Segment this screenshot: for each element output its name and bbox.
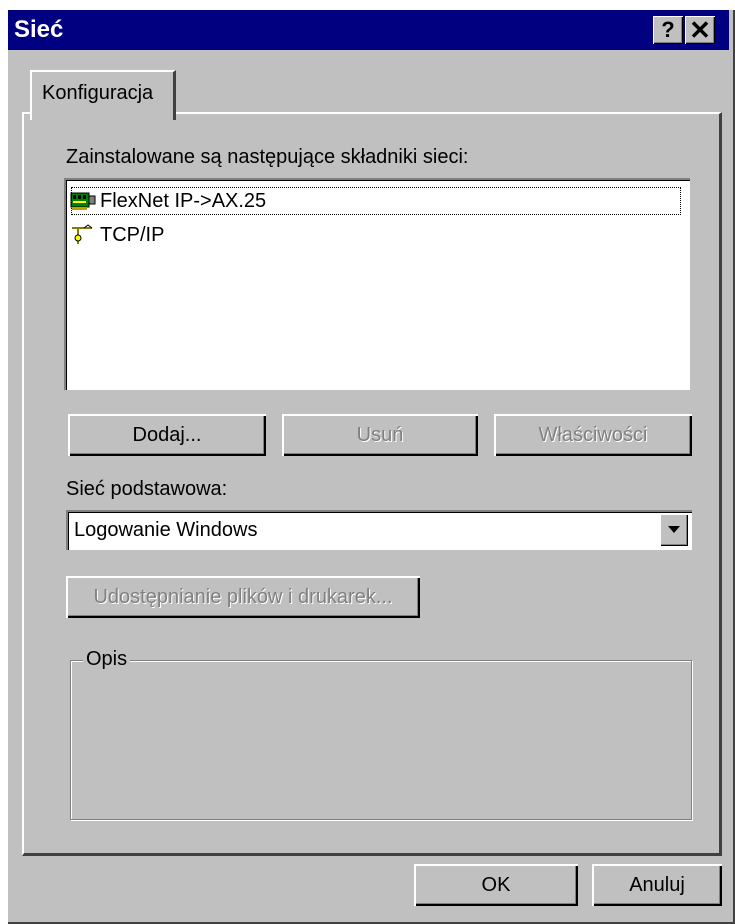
list-item-flexnet[interactable]: FlexNet IP->AX.25 [70,186,682,216]
close-button[interactable]: ✕ [685,16,715,44]
components-label: Zainstalowane są następujące składniki s… [66,146,469,168]
help-icon: ? [661,17,675,42]
window-title: Sieć [14,16,64,43]
list-item-tcpip[interactable]: TCP/IP [70,220,682,250]
tab-label: Konfiguracja [42,82,154,104]
title-bar[interactable]: Sieć ? ✕ [8,10,729,50]
help-button[interactable]: ? [653,16,683,44]
chevron-down-icon [668,526,680,533]
ok-button[interactable]: OK [414,864,578,906]
primary-network-label: Sieć podstawowa: [66,478,228,500]
tab-configuration[interactable]: Konfiguracja [30,70,176,120]
file-printer-sharing-button[interactable]: Udostępnianie plików i drukarek... [66,576,420,618]
components-list[interactable]: FlexNet IP->AX.25 TCP/IP [64,178,690,390]
list-item-label: TCP/IP [100,223,165,246]
protocol-icon [72,224,93,244]
description-group: Opis [70,648,692,820]
description-title: Opis [83,648,131,671]
remove-button[interactable]: Usuń [282,414,478,456]
primary-network-value: Logowanie Windows [74,519,258,541]
cancel-button[interactable]: Anuluj [592,864,722,906]
primary-network-select[interactable]: Logowanie Windows [66,510,692,550]
close-icon: ✕ [689,15,711,45]
dropdown-button[interactable] [660,514,688,546]
network-adapter-icon [70,192,96,210]
properties-button[interactable]: Właściwości [494,414,692,456]
list-item-label: FlexNet IP->AX.25 [100,189,267,212]
add-button[interactable]: Dodaj... [68,414,266,456]
